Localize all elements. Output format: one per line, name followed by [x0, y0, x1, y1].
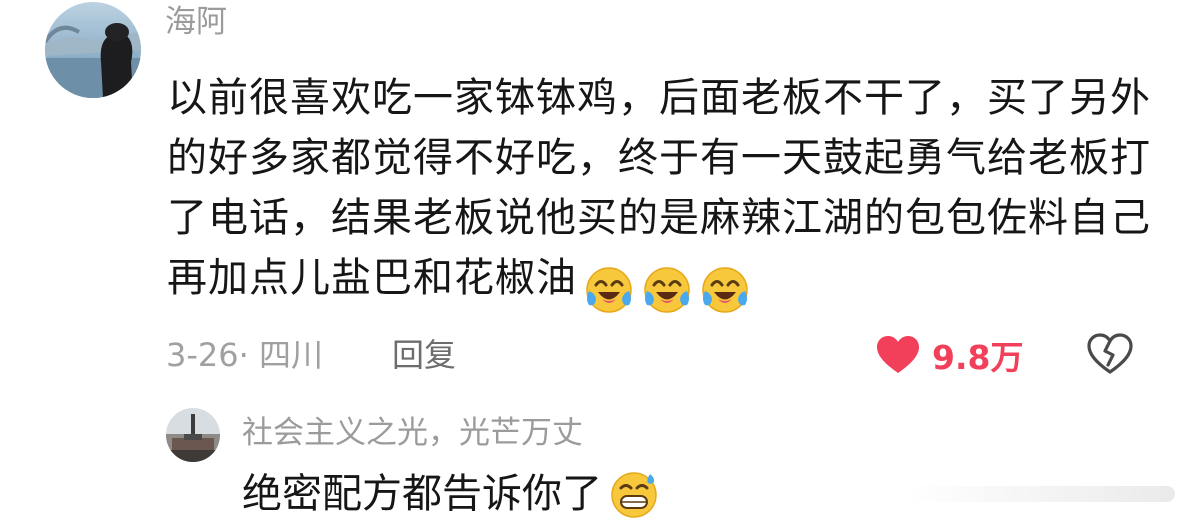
like-button[interactable]: 9.8万 [876, 331, 1023, 379]
comment-text: 以前很喜欢吃一家钵钵鸡，后面老板不干了，买了另外的好多家都觉得不好吃，终于有一天… [167, 68, 1152, 317]
grin-sweat-emoji [611, 472, 657, 518]
reply-username[interactable]: 社会主义之光，光芒万丈 [242, 412, 583, 454]
comment-username[interactable]: 海阿 [165, 2, 227, 42]
broken-heart-icon[interactable] [1087, 333, 1133, 375]
heart-icon[interactable] [876, 335, 920, 375]
reply-button[interactable]: 回复 [392, 333, 456, 377]
reply-text: 绝密配方都告诉你了 [242, 465, 666, 523]
reply-avatar[interactable] [166, 408, 220, 462]
crying-laughing-emoji [644, 267, 690, 313]
dislike-button[interactable] [1087, 333, 1133, 379]
like-count: 9.8万 [932, 338, 1024, 377]
reply-body: 绝密配方都告诉你了 [242, 471, 602, 517]
crying-laughing-emoji [702, 267, 748, 313]
crying-laughing-emoji [586, 267, 632, 313]
emoji-run [583, 257, 757, 317]
comment-date-location: 3-26· 四川 [166, 336, 323, 374]
avatar[interactable] [45, 2, 141, 98]
watermark-bar [905, 486, 1175, 502]
